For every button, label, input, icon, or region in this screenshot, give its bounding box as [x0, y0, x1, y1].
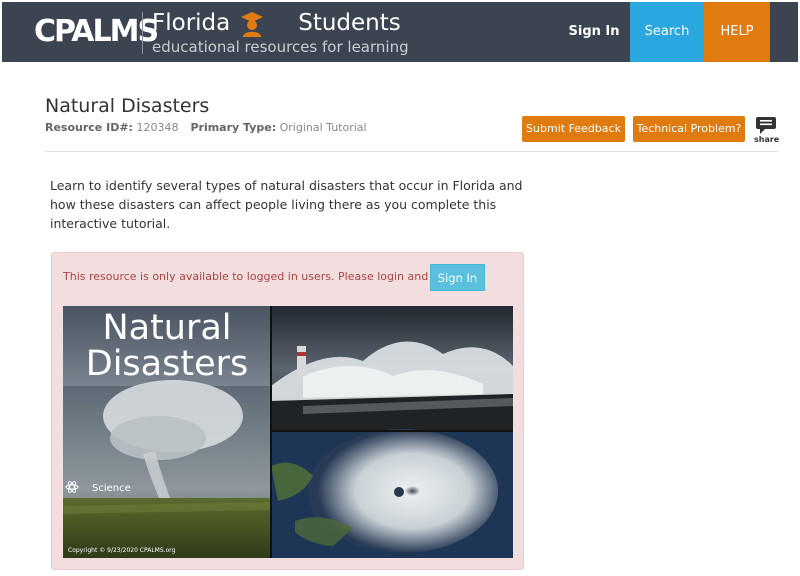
header-rule: [45, 151, 778, 152]
resource-id-value: 120348: [136, 121, 179, 134]
tutorial-title-line1: Natural: [102, 308, 232, 348]
share-label: share: [754, 135, 780, 144]
brand-title-florida: Florida: [152, 10, 231, 36]
nav-search-button[interactable]: Search: [630, 2, 704, 62]
login-alert: This resource is only available to logge…: [51, 252, 524, 570]
resource-meta: Resource ID#: 120348 Primary Type: Origin…: [45, 121, 367, 134]
nav-signin-link[interactable]: Sign In: [558, 2, 630, 62]
submit-feedback-button[interactable]: Submit Feedback: [522, 116, 625, 142]
student-icon: [241, 12, 263, 37]
cpalms-logo[interactable]: CPALMS: [34, 14, 159, 49]
brand-subtitle: educational resources for learning: [152, 38, 409, 56]
tutorial-preview-image[interactable]: Natural Disasters Science Copyright © 9/…: [63, 306, 513, 558]
site-header: CPALMS Florida Students educational resou…: [2, 2, 798, 62]
tutorial-title-line2: Disasters: [85, 344, 249, 384]
resource-description: Learn to identify several types of natur…: [50, 178, 523, 231]
technical-problem-button[interactable]: Technical Problem?: [633, 116, 745, 142]
share-button[interactable]: share: [754, 116, 780, 146]
alert-signin-button[interactable]: Sign In: [430, 264, 485, 291]
login-alert-message: This resource is only available to logge…: [63, 270, 485, 283]
brand-title: Florida Students: [152, 10, 401, 36]
tutorial-title: Natural Disasters: [63, 306, 271, 382]
resource-title: Natural Disasters: [45, 95, 210, 117]
primary-type-value: Original Tutorial: [279, 121, 367, 134]
brand-title-students: Students: [298, 10, 401, 36]
resource-id-label: Resource ID#:: [45, 121, 133, 134]
share-icon: [756, 117, 776, 134]
primary-type-label: Primary Type:: [190, 121, 277, 134]
tutorial-subject: Science: [92, 483, 131, 494]
nav-help-button[interactable]: HELP: [704, 2, 770, 62]
tutorial-copyright: Copyright © 9/23/2020 CPALMS.org: [68, 547, 176, 554]
header-divider: [142, 12, 143, 54]
